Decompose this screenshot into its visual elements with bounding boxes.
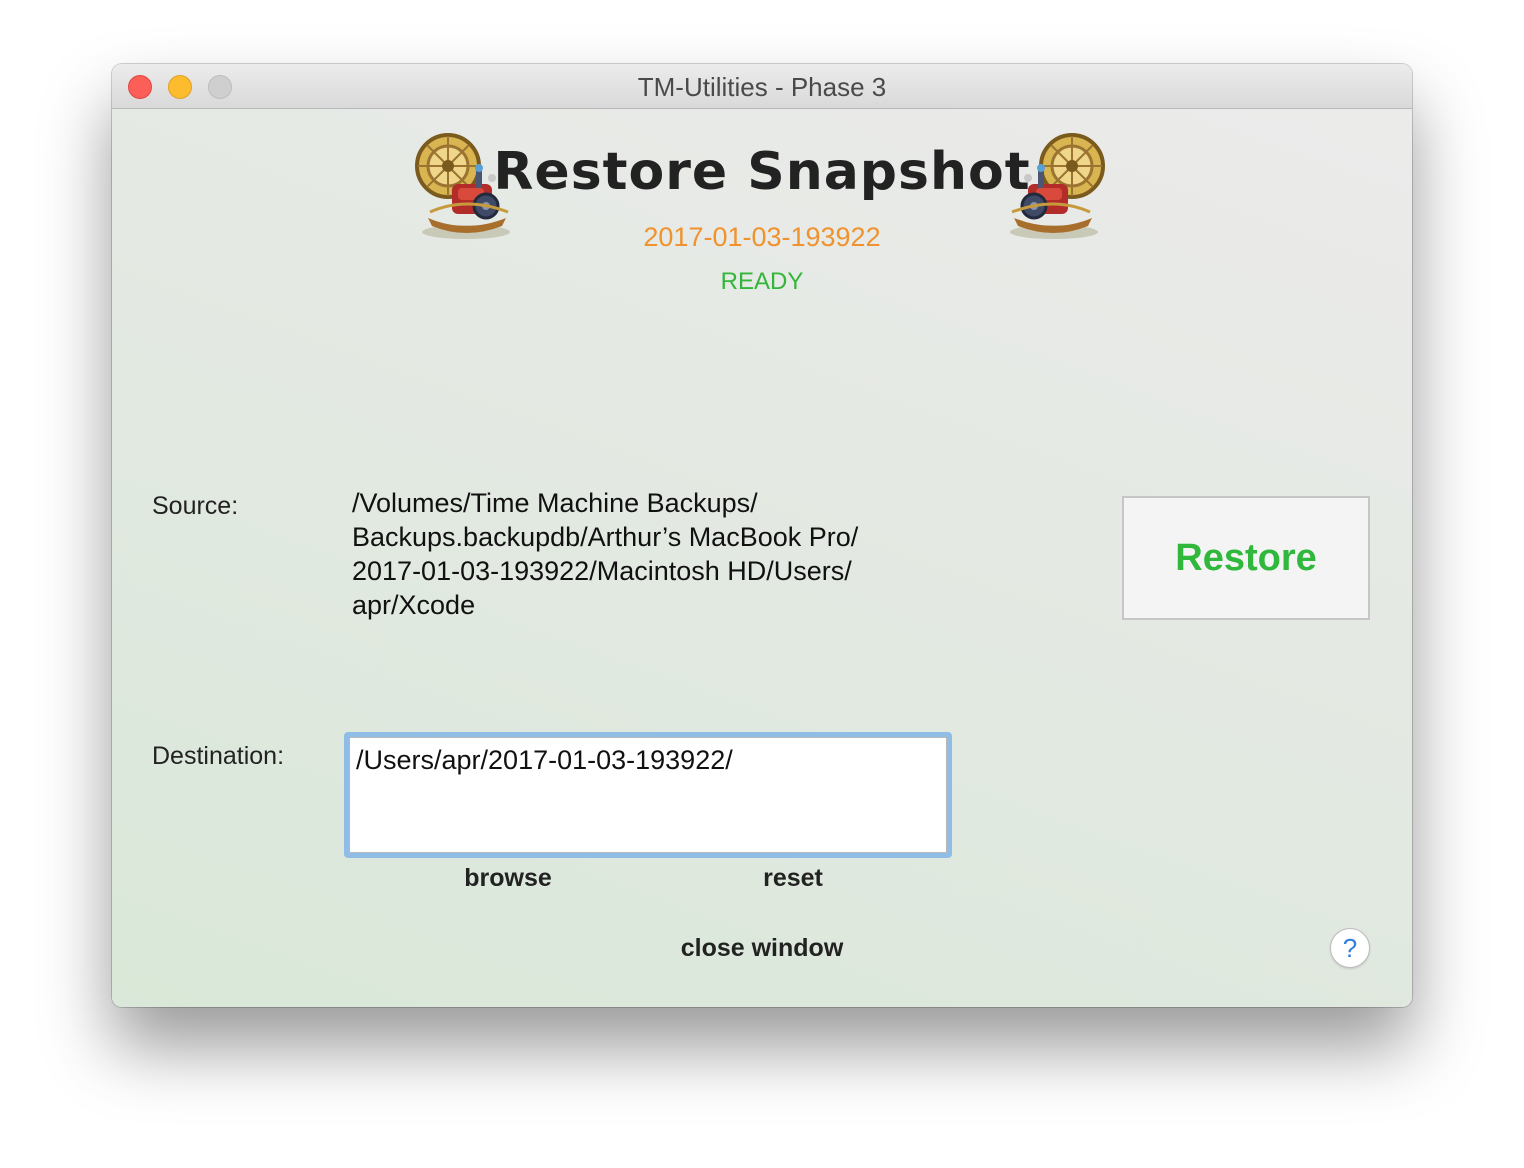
source-path-line: Backups.backupdb/Arthur’s MacBook Pro/ [352, 522, 859, 552]
status-text: READY [720, 268, 804, 295]
app-window: TM-Utilities - Phase 3 Restore Snapshot … [112, 64, 1412, 1007]
title-bar[interactable]: TM-Utilities - Phase 3 [112, 64, 1412, 109]
source-label: Source: [152, 492, 239, 520]
page-title: Restore Snapshot [493, 142, 1031, 202]
browse-button[interactable]: browse [452, 864, 564, 893]
window-title: TM-Utilities - Phase 3 [637, 72, 887, 102]
destination-label: Destination: [152, 742, 285, 770]
help-icon: ? [1342, 932, 1358, 963]
source-path-line: apr/Xcode [352, 590, 476, 620]
destination-field-border [349, 737, 947, 853]
source-path: /Volumes/Time Machine Backups/ Backups.b… [352, 486, 952, 622]
snapshot-name: 2017-01-03-193922 [643, 222, 881, 252]
source-path-line: 2017-01-03-193922/Macintosh HD/Users/ [352, 556, 852, 586]
close-window-button[interactable]: close window [672, 934, 852, 963]
reset-button[interactable]: reset [752, 864, 834, 893]
restore-button[interactable]: Restore [1122, 496, 1370, 620]
help-button[interactable]: ? [1330, 928, 1370, 968]
source-path-line: /Volumes/Time Machine Backups/ [352, 488, 758, 518]
destination-field[interactable]: /Users/apr/2017-01-03-193922/ [344, 732, 952, 858]
